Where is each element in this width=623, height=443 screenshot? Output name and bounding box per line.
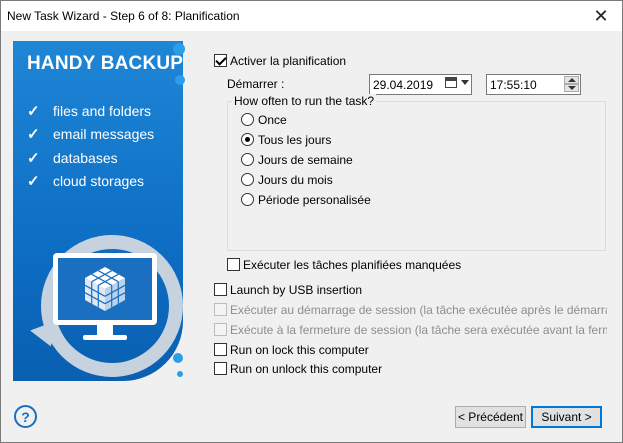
unlock-trigger-label[interactable]: Run on unlock this computer (230, 362, 382, 376)
date-picker-buttons (445, 77, 469, 88)
cube-logo-icon (84, 267, 126, 311)
title-bar: New Task Wizard - Step 6 of 8: Planifica… (1, 1, 622, 31)
frequency-group-title: How often to run the task? (232, 94, 377, 108)
feature-list: ✓ files and folders ✓ email messages ✓ d… (27, 99, 154, 193)
wizard-content: HANDY BACKUP ✓ files and folders ✓ email… (1, 31, 622, 442)
logoff-trigger-checkbox[interactable] (214, 323, 227, 336)
window-title: New Task Wizard - Step 6 of 8: Planifica… (7, 9, 240, 23)
check-icon: ✓ (27, 173, 40, 191)
calendar-icon[interactable] (445, 77, 457, 88)
next-button[interactable]: Suivant > (531, 406, 602, 428)
start-date-value: 29.04.2019 (373, 78, 434, 92)
radio-custom-period[interactable] (241, 193, 254, 206)
lock-trigger-checkbox[interactable] (214, 343, 227, 356)
chevron-down-icon[interactable] (461, 80, 469, 85)
run-missed-checkbox[interactable] (227, 258, 240, 271)
radio-month-days[interactable] (241, 173, 254, 186)
product-banner: HANDY BACKUP ✓ files and folders ✓ email… (13, 41, 189, 381)
enable-schedule-checkbox[interactable] (214, 54, 227, 67)
radio-daily[interactable] (241, 133, 254, 146)
start-date-picker[interactable]: 29.04.2019 (369, 74, 472, 95)
check-icon: ✓ (27, 149, 40, 167)
spin-up-icon[interactable] (564, 76, 579, 84)
radio-once-label[interactable]: Once (258, 113, 287, 127)
previous-button[interactable]: < Précédent (455, 406, 526, 428)
radio-once[interactable] (241, 113, 254, 126)
brand-logo-text: HANDY BACKUP (27, 53, 184, 74)
feature-item: ✓ cloud storages (27, 170, 154, 194)
wizard-window: New Task Wizard - Step 6 of 8: Planifica… (0, 0, 623, 443)
feature-label: email messages (53, 126, 155, 143)
check-icon: ✓ (27, 126, 40, 144)
close-icon[interactable]: ✕ (580, 1, 622, 31)
start-label: Démarrer : (227, 77, 285, 91)
logon-trigger-label[interactable]: Exécuter au démarrage de session (la tâc… (230, 303, 607, 317)
usb-trigger-checkbox[interactable] (214, 283, 227, 296)
frequency-group: How often to run the task? Once Tous les… (227, 94, 606, 251)
help-icon[interactable]: ? (14, 405, 37, 428)
run-missed-label[interactable]: Exécuter les tâches planifiées manquées (243, 258, 461, 272)
feature-label: databases (53, 149, 118, 166)
feature-item: ✓ databases (27, 146, 154, 170)
feature-item: ✓ files and folders (27, 99, 154, 123)
monitor-icon (53, 253, 157, 325)
radio-daily-label[interactable]: Tous les jours (258, 133, 331, 147)
enable-schedule-label[interactable]: Activer la planification (230, 54, 346, 68)
start-time-field[interactable]: 17:55:10 (486, 74, 581, 95)
start-time-value: 17:55:10 (490, 78, 537, 92)
unlock-trigger-checkbox[interactable] (214, 362, 227, 375)
logoff-trigger-label[interactable]: Exécute à la fermeture de session (la tâ… (230, 323, 607, 337)
lock-trigger-label[interactable]: Run on lock this computer (230, 343, 369, 357)
monitor-illustration (30, 229, 189, 379)
time-spinner (564, 76, 579, 93)
feature-label: cloud storages (53, 173, 145, 190)
feature-item: ✓ email messages (27, 123, 154, 147)
radio-custom-period-label[interactable]: Période personalisée (258, 193, 371, 207)
monitor-screen (58, 258, 152, 320)
usb-trigger-label[interactable]: Launch by USB insertion (230, 283, 362, 297)
check-icon: ✓ (27, 102, 40, 120)
spin-down-icon[interactable] (564, 84, 579, 92)
radio-weekdays-label[interactable]: Jours de semaine (258, 153, 353, 167)
decor-bubble (175, 75, 185, 85)
radio-weekdays[interactable] (241, 153, 254, 166)
monitor-stand-base (83, 335, 127, 340)
feature-label: files and folders (53, 102, 152, 119)
radio-month-days-label[interactable]: Jours du mois (258, 173, 333, 187)
logon-trigger-checkbox[interactable] (214, 303, 227, 316)
